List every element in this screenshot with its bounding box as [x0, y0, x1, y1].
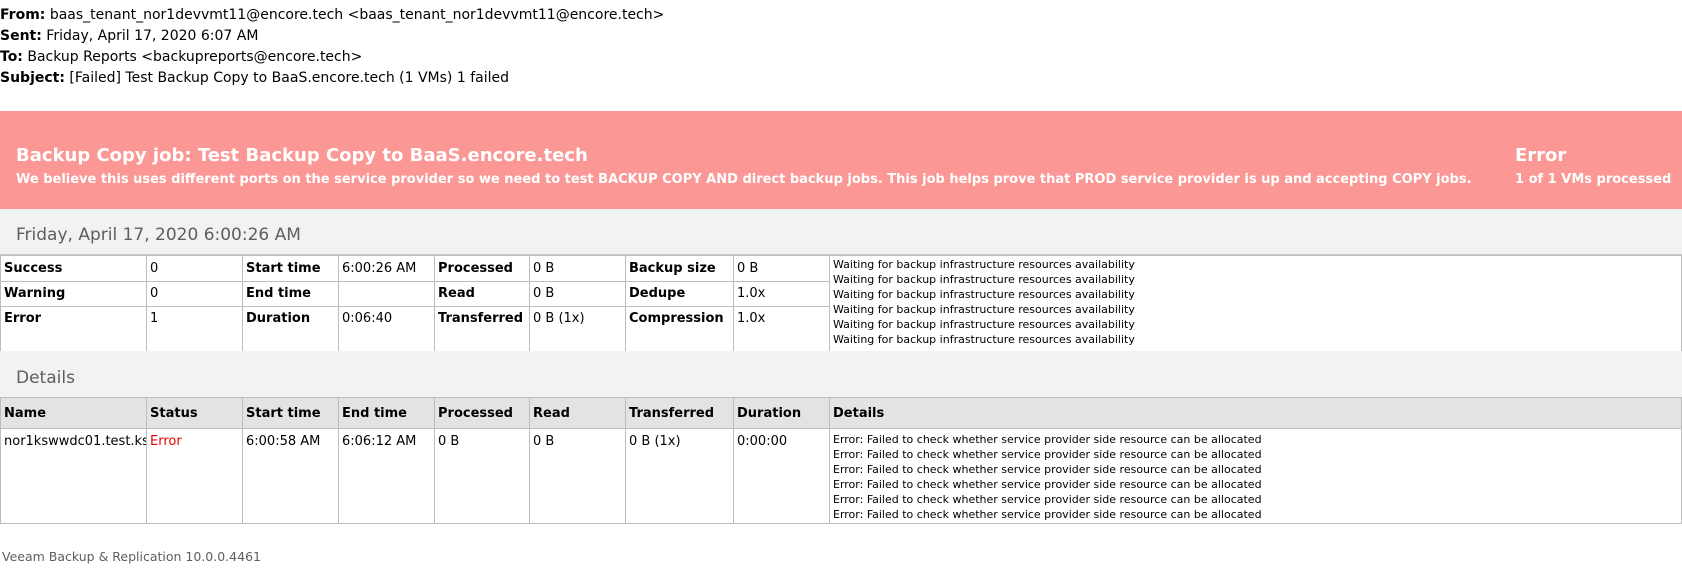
job-title: Backup Copy job: Test Backup Copy to Baa…: [16, 145, 588, 166]
email-from: From: baas_tenant_nor1devvmt11@encore.te…: [0, 7, 665, 23]
column-header: Details: [829, 397, 1682, 429]
vm-start-time: 6:00:58 AM: [242, 428, 339, 524]
backup-size-label: Backup size: [625, 255, 734, 282]
vm-message: Error: Failed to check whether service p…: [833, 478, 1262, 491]
session-message: Waiting for backup infrastructure resour…: [833, 288, 1135, 301]
column-header: Transferred: [625, 397, 734, 429]
details-section: Details: [0, 351, 1682, 398]
column-header: Read: [529, 397, 626, 429]
column-header: Name: [0, 397, 147, 429]
sent-value: Friday, April 17, 2020 6:07 AM: [46, 28, 259, 44]
vm-duration: 0:00:00: [733, 428, 830, 524]
column-header: End time: [338, 397, 435, 429]
error-label: Error: [0, 306, 147, 352]
transferred-value: 0 B (1x): [529, 306, 626, 352]
dedupe-value: 1.0x: [733, 281, 830, 307]
session-message: Waiting for backup infrastructure resour…: [833, 333, 1135, 346]
processed-label: Processed: [434, 255, 530, 282]
column-header: Start time: [242, 397, 339, 429]
duration-label: Duration: [242, 306, 339, 352]
email-subject: Subject: [Failed] Test Backup Copy to Ba…: [0, 70, 509, 86]
vm-processed: 0 B: [434, 428, 530, 524]
backup-size-value: 0 B: [733, 255, 830, 282]
session-message: Waiting for backup infrastructure resour…: [833, 318, 1135, 331]
column-header: Status: [146, 397, 243, 429]
email-to: To: Backup Reports <backupreports@encore…: [0, 49, 363, 65]
end-time-value: [338, 281, 435, 307]
from-value: baas_tenant_nor1devvmt11@encore.tech <ba…: [49, 7, 665, 23]
warning-label: Warning: [0, 281, 147, 307]
session-message: Waiting for backup infrastructure resour…: [833, 273, 1135, 286]
success-label: Success: [0, 255, 147, 282]
vm-message: Error: Failed to check whether service p…: [833, 463, 1262, 476]
duration-value: 0:06:40: [338, 306, 435, 352]
transferred-label: Transferred: [434, 306, 530, 352]
start-time-value: 6:00:26 AM: [338, 255, 435, 282]
vm-messages: Error: Failed to check whether service p…: [829, 428, 1682, 524]
compression-label: Compression: [625, 306, 734, 352]
read-label: Read: [434, 281, 530, 307]
dedupe-label: Dedupe: [625, 281, 734, 307]
job-description: We believe this uses different ports on …: [16, 172, 1472, 187]
read-value: 0 B: [529, 281, 626, 307]
session-date: Friday, April 17, 2020 6:00:26 AM: [16, 225, 301, 245]
subject-value: [Failed] Test Backup Copy to BaaS.encore…: [69, 70, 509, 86]
to-value: Backup Reports <backupreports@encore.tec…: [27, 49, 363, 65]
success-value: 0: [146, 255, 243, 282]
footer-version: Veeam Backup & Replication 10.0.0.4461: [2, 549, 261, 564]
start-time-label: Start time: [242, 255, 339, 282]
session-message: Waiting for backup infrastructure resour…: [833, 258, 1135, 271]
vm-end-time: 6:06:12 AM: [338, 428, 435, 524]
column-header: Processed: [434, 397, 530, 429]
summary-table: Success 0 Start time 6:00:26 AM Processe…: [0, 255, 1682, 352]
details-table: Name Status Start time End time Processe…: [0, 397, 1682, 524]
email-sent: Sent: Friday, April 17, 2020 6:07 AM: [0, 28, 259, 44]
session-message: Waiting for backup infrastructure resour…: [833, 303, 1135, 316]
vm-message: Error: Failed to check whether service p…: [833, 433, 1262, 446]
vm-message: Error: Failed to check whether service p…: [833, 448, 1262, 461]
error-value: 1: [146, 306, 243, 352]
vm-transferred: 0 B (1x): [625, 428, 734, 524]
vm-message: Error: Failed to check whether service p…: [833, 508, 1262, 521]
warning-value: 0: [146, 281, 243, 307]
vm-message: Error: Failed to check whether service p…: [833, 493, 1262, 506]
details-header-row: Name Status Start time End time Processe…: [0, 397, 1682, 429]
vm-read: 0 B: [529, 428, 626, 524]
table-row: nor1kswwdc01.test.ksw Error 6:00:58 AM 6…: [0, 428, 1682, 524]
vm-name: nor1kswwdc01.test.ksw: [0, 428, 147, 524]
details-heading: Details: [16, 368, 75, 388]
session-date-section: Friday, April 17, 2020 6:00:26 AM: [0, 209, 1682, 255]
job-status: Error: [1515, 145, 1567, 166]
vms-processed-count: 1 of 1 VMs processed: [1515, 172, 1672, 187]
compression-value: 1.0x: [733, 306, 830, 352]
job-banner: Backup Copy job: Test Backup Copy to Baa…: [0, 111, 1682, 209]
column-header: Duration: [733, 397, 830, 429]
session-messages: Waiting for backup infrastructure resour…: [829, 255, 1682, 352]
end-time-label: End time: [242, 281, 339, 307]
processed-value: 0 B: [529, 255, 626, 282]
vm-status: Error: [146, 428, 243, 524]
